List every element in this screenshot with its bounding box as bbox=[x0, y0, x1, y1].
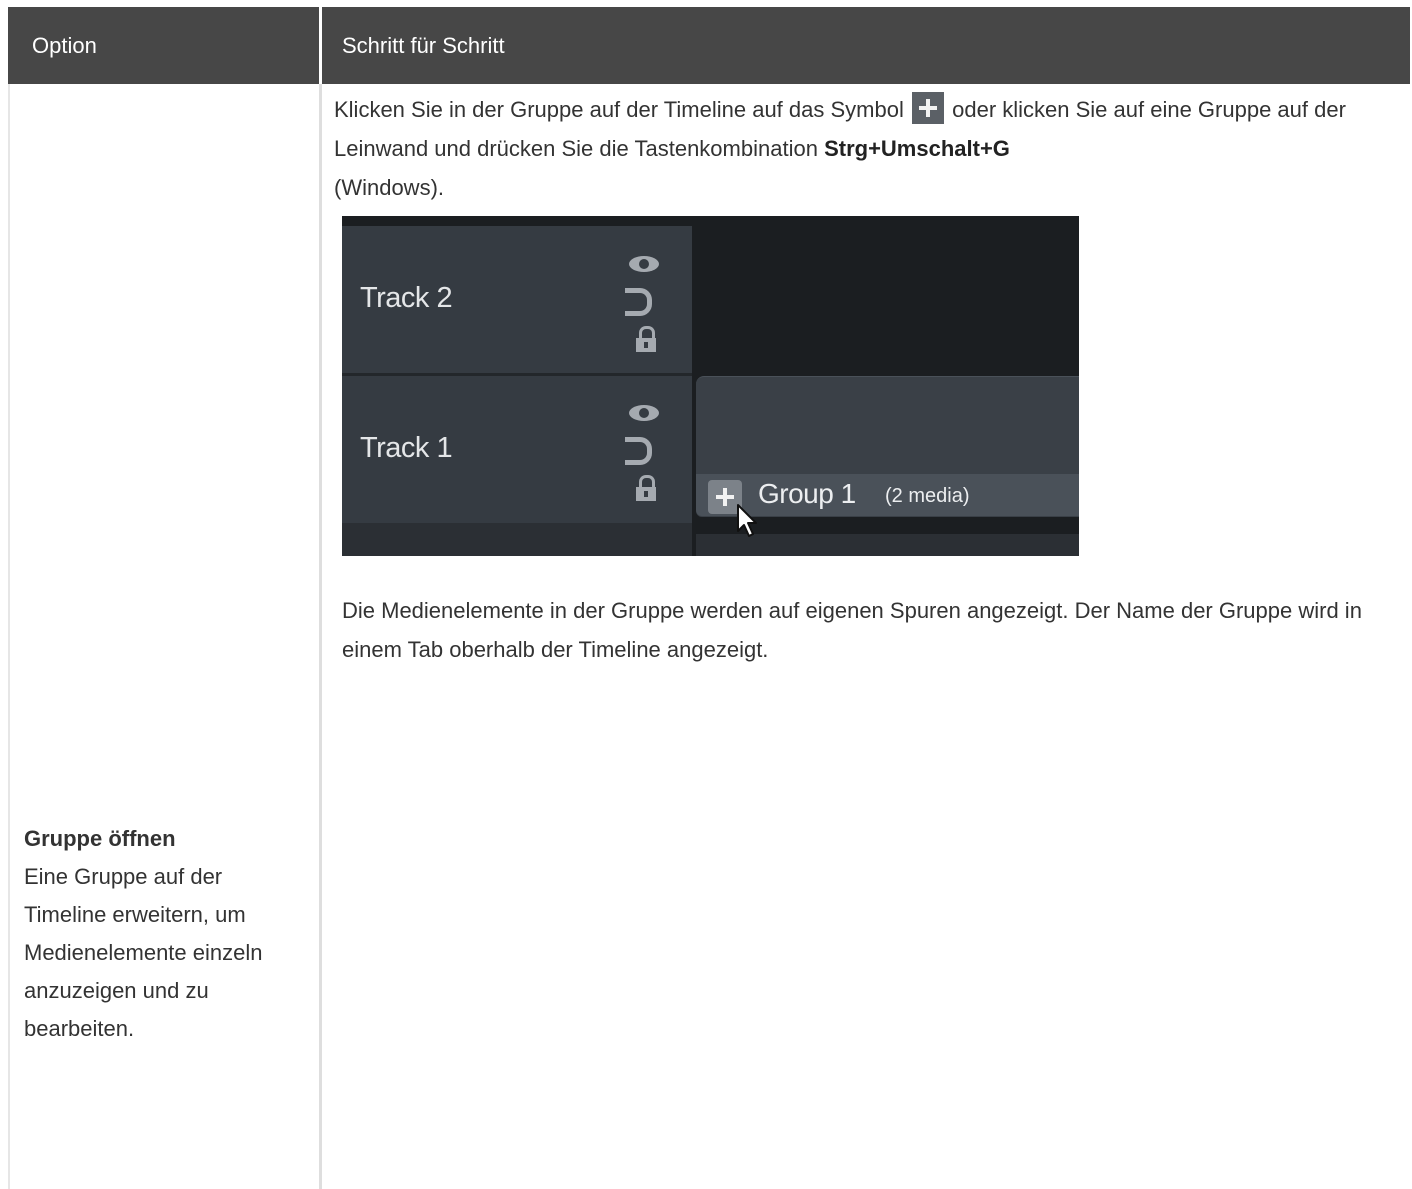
step-text-part1: Klicken Sie in der Gruppe auf der Timeli… bbox=[334, 97, 904, 122]
track-label-2: Track 2 bbox=[360, 282, 453, 314]
track-header-2: Track 2 bbox=[342, 226, 692, 373]
track-label-1: Track 1 bbox=[360, 432, 453, 464]
column-divider bbox=[319, 84, 322, 1189]
lock-icon bbox=[636, 326, 656, 352]
timeline-screenshot: Track 2 Track 1 Group 1 (2 media) bbox=[342, 216, 1079, 556]
steps-cell: Klicken Sie in der Gruppe auf der Timeli… bbox=[334, 90, 1384, 207]
magnet-icon bbox=[625, 437, 652, 465]
option-title: Gruppe öffnen bbox=[24, 826, 176, 851]
plus-icon bbox=[911, 92, 944, 124]
header-divider bbox=[319, 7, 322, 84]
group-media-count: (2 media) bbox=[885, 485, 970, 507]
group-name: Group 1 bbox=[758, 478, 856, 509]
eye-icon bbox=[629, 256, 659, 272]
step-note: Die Medienelemente in der Gruppe werden … bbox=[342, 598, 1362, 662]
cursor-icon bbox=[737, 504, 757, 537]
option-description: Eine Gruppe auf der Timeline erweitern, … bbox=[24, 864, 263, 1041]
table-header: Option Schritt für Schritt bbox=[8, 7, 1410, 84]
shortcut-keys: Strg+Umschalt+G bbox=[824, 136, 1010, 161]
header-option: Option bbox=[32, 33, 97, 58]
track-header-footer bbox=[342, 523, 692, 556]
lock-icon bbox=[636, 475, 656, 501]
step-text-part3: (Windows). bbox=[334, 175, 445, 200]
eye-icon bbox=[629, 405, 659, 421]
option-cell: Gruppe öffnen Eine Gruppe auf der Timeli… bbox=[24, 820, 294, 1048]
header-steps: Schritt für Schritt bbox=[342, 33, 505, 58]
step-instruction: Klicken Sie in der Gruppe auf der Timeli… bbox=[334, 90, 1384, 207]
magnet-icon bbox=[625, 288, 652, 316]
track-header-1: Track 1 bbox=[342, 376, 692, 523]
left-border bbox=[8, 84, 10, 1189]
